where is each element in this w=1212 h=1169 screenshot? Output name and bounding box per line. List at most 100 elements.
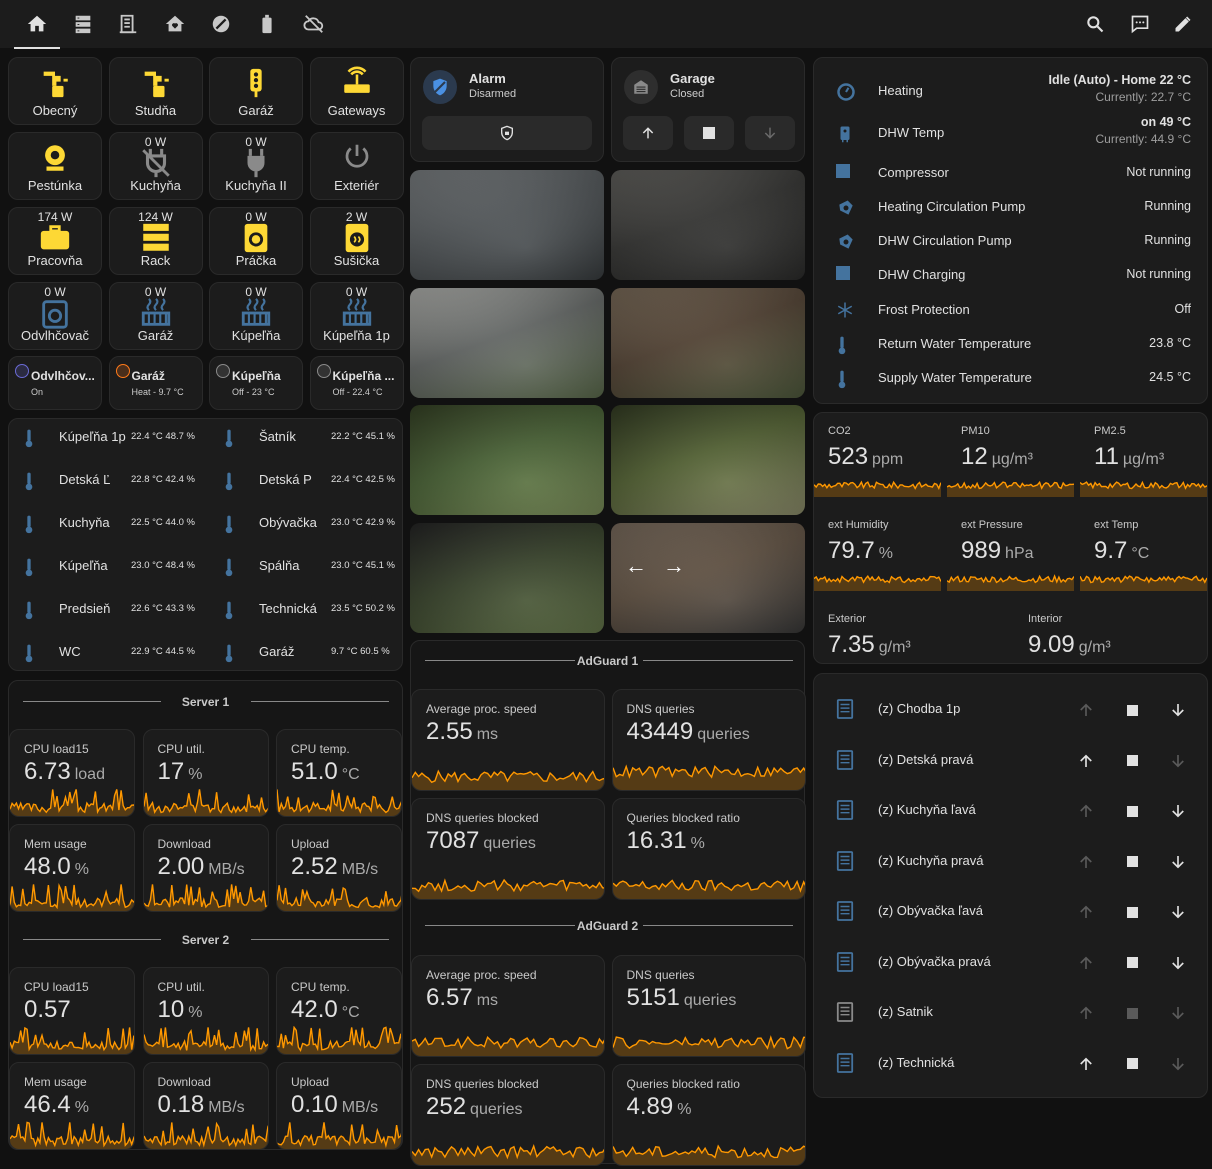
camera-feed[interactable]: ← → — [611, 522, 805, 633]
stat-tile[interactable]: CPU util. 10% — [142, 967, 269, 1055]
next-camera-button[interactable]: → — [663, 553, 685, 579]
entity-name[interactable]: DHW Circulation Pump — [878, 233, 1012, 248]
device-tile[interactable]: Gateways — [309, 57, 404, 125]
room-name[interactable]: Kúpeľňa — [59, 558, 108, 573]
device-tile[interactable]: Pestúnka — [8, 132, 102, 200]
entity-name[interactable]: Heating — [878, 83, 923, 98]
camera-feed[interactable] — [410, 405, 604, 515]
entity-name[interactable]: DHW Temp — [878, 125, 944, 140]
sensor-tile[interactable]: ext Humidity 79.7% — [814, 507, 941, 595]
thermostat-chip[interactable]: Kúpeľňa ... Off - 22.4 °C — [309, 356, 404, 410]
entity-name[interactable]: Return Water Temperature — [878, 336, 1031, 351]
cover-name[interactable]: (z) Obývačka ľavá — [878, 903, 983, 918]
cover-name[interactable]: (z) Satnik — [878, 1004, 933, 1019]
stat-tile[interactable]: CPU load15 6.73 load — [9, 729, 135, 817]
sensor-tile[interactable]: ext Temp 9.7 °C — [1080, 507, 1207, 595]
cover-stop-button[interactable] — [1120, 1052, 1144, 1076]
tab-battery[interactable] — [252, 10, 282, 38]
device-tile[interactable]: 0 W Odvlhčovač — [8, 282, 102, 350]
cover-close-button[interactable] — [1166, 1052, 1190, 1076]
cover-close-button[interactable] — [1166, 900, 1190, 924]
tab-servers[interactable] — [68, 10, 98, 38]
cover-stop-button[interactable] — [1120, 698, 1144, 722]
assist-button[interactable] — [1125, 10, 1155, 38]
cover-stop-button[interactable] — [1120, 799, 1144, 823]
camera-feed[interactable] — [611, 287, 805, 398]
entity-name[interactable]: Compressor — [878, 165, 949, 180]
device-tile[interactable]: 0 W Kuchyňa — [108, 132, 203, 200]
tab-home[interactable] — [14, 10, 60, 49]
previous-camera-button[interactable]: ← — [625, 553, 647, 579]
device-tile[interactable]: 0 W Kuchyňa II — [209, 132, 303, 200]
cover-name[interactable]: (z) Chodba 1p — [878, 701, 960, 716]
stat-tile[interactable]: CPU util. 17% — [142, 729, 269, 817]
stat-tile[interactable]: Mem usage 48.0% — [9, 824, 135, 912]
stat-tile[interactable]: Download 0.18 MB/s — [142, 1062, 269, 1150]
entity-name[interactable]: DHW Charging — [878, 267, 965, 282]
camera-feed[interactable] — [410, 287, 604, 398]
thermostat-chip[interactable]: Garáž Heat - 9.7 °C — [108, 356, 203, 410]
alarm-card[interactable]: Alarm Disarmed — [410, 57, 604, 162]
cover-name[interactable]: (z) Kuchyňa ľavá — [878, 802, 976, 817]
stat-tile[interactable]: Download 2.00 MB/s — [142, 824, 269, 912]
cover-open-button[interactable] — [1074, 850, 1098, 874]
cover-open-button[interactable] — [1074, 951, 1098, 975]
stat-tile[interactable]: DNS queries 5151 queries — [611, 955, 806, 1057]
sensor-tile[interactable]: PM10 12 µg/m³ — [947, 413, 1074, 501]
cover-open-button[interactable] — [1074, 698, 1098, 722]
room-name[interactable]: Kúpeľňa 1p — [59, 429, 126, 444]
room-name[interactable]: Kuchyňa — [59, 515, 110, 530]
arm-button[interactable] — [422, 116, 592, 150]
room-name[interactable]: Obývačka — [259, 515, 317, 530]
sensor-tile[interactable]: Interior 9.09 g/m³ — [1014, 601, 1207, 663]
room-name[interactable]: Garáž — [259, 644, 294, 659]
room-name[interactable]: WC — [59, 644, 81, 659]
device-tile[interactable]: 174 W Pracovňa — [8, 207, 102, 275]
cover-close-button[interactable] — [1166, 698, 1190, 722]
cover-name[interactable]: (z) Detská pravá — [878, 752, 973, 767]
camera-feed[interactable] — [410, 170, 604, 280]
tab-home-heart[interactable] — [160, 10, 190, 38]
cover-close-button[interactable] — [1166, 1001, 1190, 1025]
entity-name[interactable]: Heating Circulation Pump — [878, 199, 1025, 214]
sensor-tile[interactable]: ext Pressure 989 hPa — [947, 507, 1074, 595]
garage-close-button[interactable] — [745, 116, 795, 150]
stat-tile[interactable]: Average proc. speed 6.57 ms — [411, 955, 605, 1057]
device-tile[interactable]: 0 W Kúpeľňa — [209, 282, 303, 350]
garage-open-button[interactable] — [623, 116, 673, 150]
room-name[interactable]: Spálňa — [259, 558, 299, 573]
stat-tile[interactable]: Mem usage 46.4% — [9, 1062, 135, 1150]
search-button[interactable] — [1080, 10, 1110, 38]
device-tile[interactable]: Exteriér — [309, 132, 404, 200]
room-name[interactable]: Technická — [259, 601, 317, 616]
sensor-tile[interactable]: PM2.5 11 µg/m³ — [1080, 413, 1207, 501]
thermostat-chip[interactable]: Kúpeľňa Off - 23 °C — [209, 356, 303, 410]
cover-open-button[interactable] — [1074, 749, 1098, 773]
stat-tile[interactable]: Queries blocked ratio 4.89% — [611, 1064, 806, 1166]
thermostat-chip[interactable]: Odvlhčov... On — [8, 356, 102, 410]
cover-open-button[interactable] — [1074, 900, 1098, 924]
device-tile[interactable]: 0 W Garáž — [108, 282, 203, 350]
stat-tile[interactable]: DNS queries blocked 252 queries — [411, 1064, 605, 1166]
cover-stop-button[interactable] — [1120, 1001, 1144, 1025]
device-tile[interactable]: Obecný — [8, 57, 102, 125]
device-tile[interactable]: Garáž — [209, 57, 303, 125]
cover-close-button[interactable] — [1166, 951, 1190, 975]
stat-tile[interactable]: CPU temp. 42.0 °C — [276, 967, 402, 1055]
room-name[interactable]: Predsieň — [59, 601, 110, 616]
tab-building[interactable] — [113, 10, 143, 38]
stat-tile[interactable]: Upload 2.52 MB/s — [276, 824, 402, 912]
device-tile[interactable]: 124 W Rack — [108, 207, 203, 275]
cover-close-button[interactable] — [1166, 799, 1190, 823]
entity-name[interactable]: Frost Protection — [878, 302, 970, 317]
garage-stop-button[interactable] — [684, 116, 734, 150]
cover-open-button[interactable] — [1074, 1052, 1098, 1076]
cover-name[interactable]: (z) Technická — [878, 1055, 954, 1070]
stat-tile[interactable]: DNS queries blocked 7087 queries — [411, 798, 605, 900]
entity-name[interactable]: Supply Water Temperature — [878, 370, 1032, 385]
room-name[interactable]: Šatník — [259, 429, 296, 444]
edit-button[interactable] — [1168, 10, 1198, 38]
stat-tile[interactable]: CPU temp. 51.0 °C — [276, 729, 402, 817]
cover-stop-button[interactable] — [1120, 951, 1144, 975]
stat-tile[interactable]: Upload 0.10 MB/s — [276, 1062, 402, 1150]
